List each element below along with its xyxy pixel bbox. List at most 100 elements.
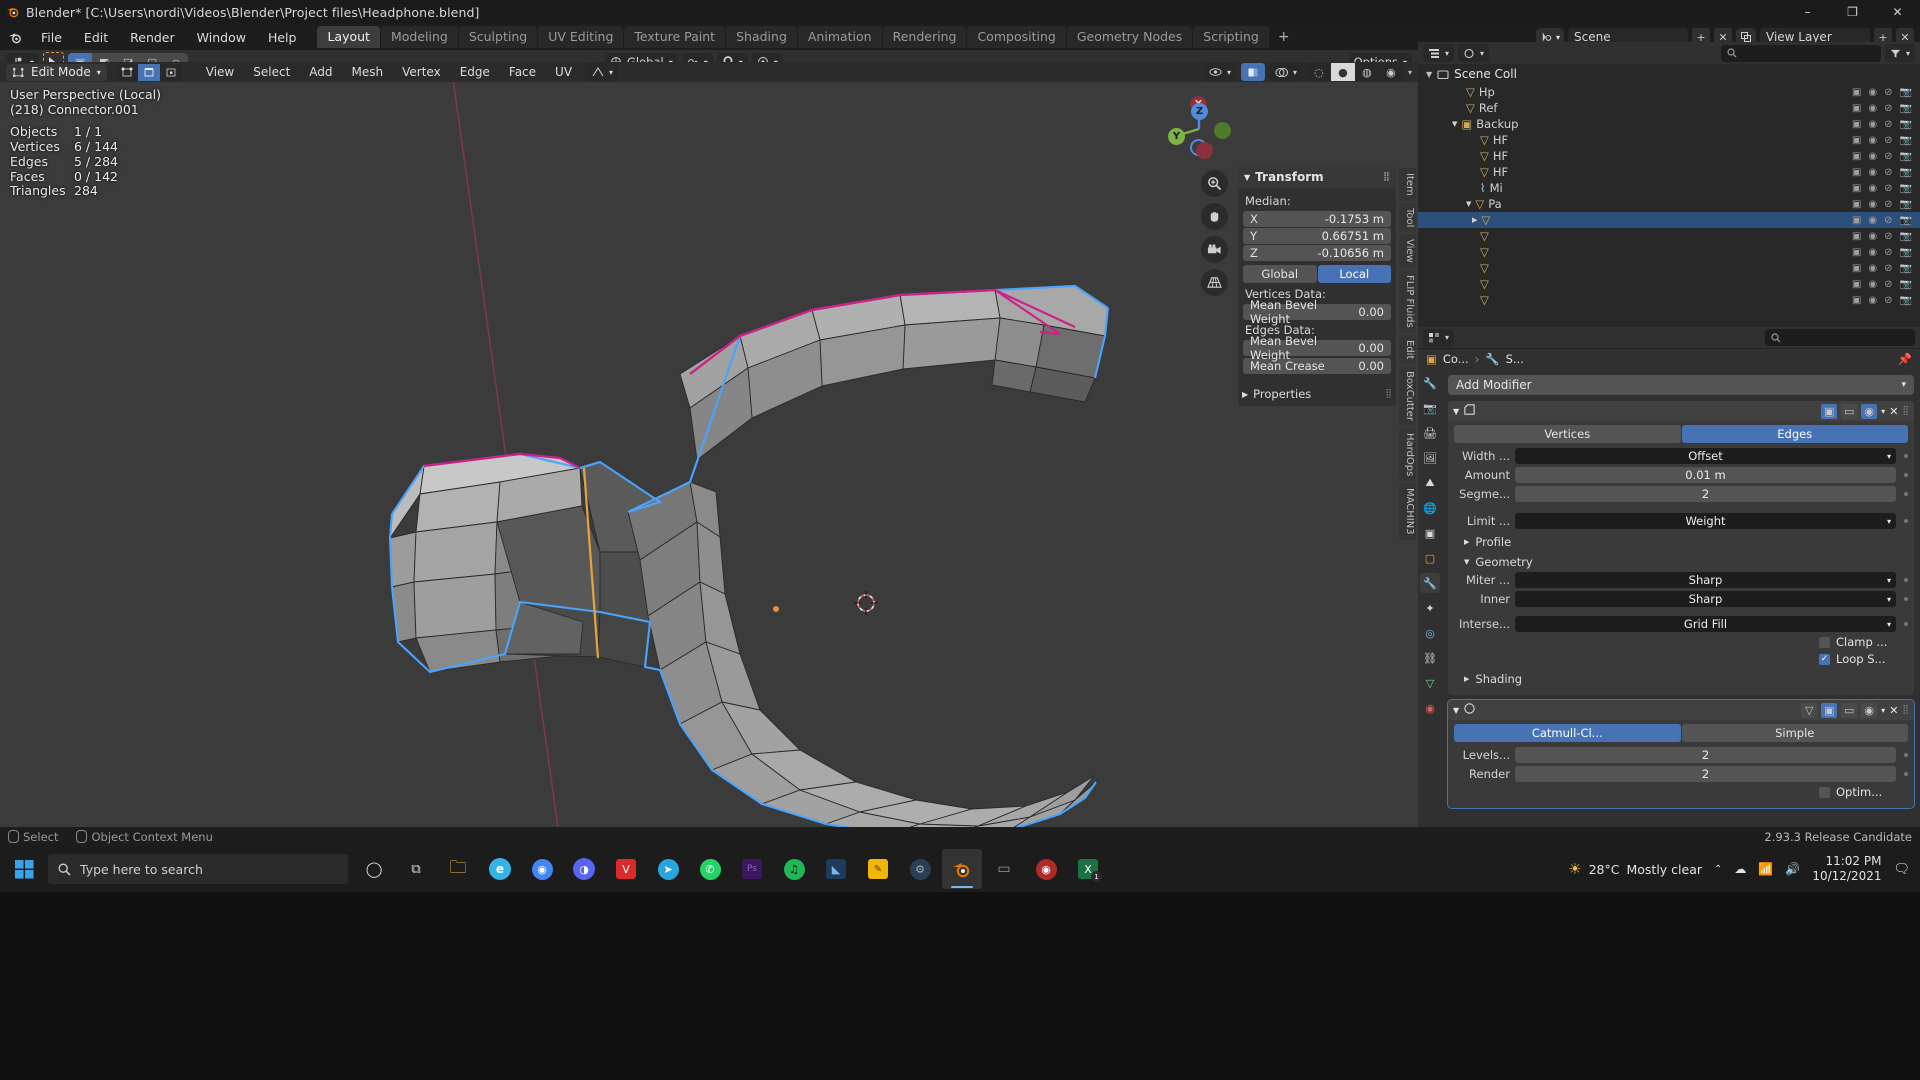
workspace-tab-geometry-nodes[interactable]: Geometry Nodes <box>1066 26 1193 48</box>
outliner-row-hf-1[interactable]: ▽ HF ▣ ◉ ⊘ 📷 <box>1418 132 1920 148</box>
tab-render[interactable]: 📷 <box>1420 398 1440 418</box>
workspace-tab-texture-paint[interactable]: Texture Paint <box>624 26 726 48</box>
tab-collection[interactable]: ▣ <box>1420 523 1440 543</box>
outliner-scene-collection-row[interactable]: ▼ Scene Coll <box>1418 64 1920 84</box>
outliner-row-ref[interactable]: ▽ Ref ▣ ◉ ⊘ 📷 <box>1418 100 1920 116</box>
vertex-select-mode-icon[interactable] <box>116 64 138 81</box>
gizmo-axis-y-neg[interactable] <box>1214 122 1231 139</box>
sidebar-tab-hardops[interactable]: HardOps <box>1399 428 1416 482</box>
viewport-menu-select[interactable]: Select <box>245 64 298 80</box>
wireframe-shading-icon[interactable]: ◌ <box>1307 63 1331 81</box>
bevel-miter-outer-dropdown[interactable]: Sharp ▾ <box>1515 572 1896 588</box>
file-explorer-icon[interactable]: 🗀 <box>438 849 478 889</box>
3d-viewport[interactable]: User Perspective (Local) (218) Connector… <box>0 82 1418 827</box>
photoshop-icon[interactable]: Ps <box>732 849 772 889</box>
outliner-row-11[interactable]: ▽ ▣ ◉ ⊘ 📷 <box>1418 260 1920 276</box>
outliner-row-9[interactable]: ▽ ▣ ◉ ⊘ 📷 <box>1418 228 1920 244</box>
bevel-miter-inner-dropdown[interactable]: Sharp ▾ <box>1515 591 1896 607</box>
bevel-geometry-section-header[interactable]: ▼ Geometry <box>1454 552 1908 572</box>
tab-modifiers[interactable]: 🔧 <box>1420 573 1440 593</box>
edge-mean-bevel-weight-field[interactable]: Mean Bevel Weight 0.00 <box>1243 334 1391 362</box>
outliner-editor-type-icon[interactable]: ▾ <box>1423 44 1455 62</box>
animate-property-dot[interactable] <box>1904 622 1908 626</box>
properties-editor-type-icon[interactable]: ▾ <box>1423 328 1455 347</box>
outliner-row-toggles[interactable]: ▣ ◉ ⊘ 📷 <box>1852 279 1920 290</box>
outliner-row-hf-2[interactable]: ▽ HF ▣ ◉ ⊘ 📷 <box>1418 148 1920 164</box>
workspace-tab-modeling[interactable]: Modeling <box>380 26 458 48</box>
bevel-loop-slide-checkbox[interactable] <box>1819 653 1830 665</box>
substance-icon[interactable]: ◣ <box>816 849 856 889</box>
modifier-show-edit-mode-icon[interactable]: ▣ <box>1821 702 1838 718</box>
modifier-extras-dropdown[interactable]: ▾ <box>1881 706 1885 715</box>
tab-data[interactable]: ▽ <box>1420 673 1440 693</box>
xray-toggle-icon[interactable] <box>1240 63 1265 81</box>
taskbar-search-input[interactable]: Type here to search <box>48 854 348 884</box>
zoom-icon[interactable] <box>1201 170 1228 197</box>
modifier-extras-dropdown[interactable]: ▾ <box>1881 407 1885 416</box>
chevron-down-icon[interactable]: ▼ <box>1453 706 1459 715</box>
minimize-button[interactable]: – <box>1785 0 1830 24</box>
outliner-editor[interactable]: ▾ ▾ ▾ ▼ Scene Coll ▽ Hp ▣ ◉ ⊘ 📷 ▽ Ref ▣ … <box>1418 42 1920 327</box>
add-modifier-button[interactable]: Add Modifier ▾ <box>1448 375 1914 395</box>
vegas-pro-icon[interactable]: V <box>606 849 646 889</box>
pin-icon[interactable]: 📌 <box>1898 352 1912 366</box>
subdivision-optimal-display-checkbox[interactable] <box>1819 786 1830 798</box>
obs-studio-icon[interactable]: ◉ <box>1026 849 1066 889</box>
edge-mean-crease-field[interactable]: Mean Crease 0.00 <box>1243 358 1391 374</box>
tab-scene[interactable]: ⛰ <box>1420 473 1440 493</box>
subdivision-render-field[interactable]: 2 <box>1515 766 1896 782</box>
viewport-menu-vertex[interactable]: Vertex <box>394 64 449 80</box>
outliner-row-toggles[interactable]: ▣ ◉ ⊘ 📷 <box>1852 87 1920 98</box>
modifier-delete-icon[interactable]: ✕ <box>1889 704 1898 717</box>
bevel-modifier-header[interactable]: ▼ ▣ ▭ ◉ ▾ ✕ ⣿ <box>1448 401 1914 421</box>
workspace-tab-uv-editing[interactable]: UV Editing <box>538 26 624 48</box>
interaction-mode-dropdown[interactable]: Edit Mode ▾ <box>6 63 107 81</box>
menu-file[interactable]: File <box>30 28 73 47</box>
animate-property-dot[interactable] <box>1904 454 1908 458</box>
network-icon[interactable]: 📶 <box>1758 862 1773 876</box>
pan-hand-icon[interactable] <box>1201 203 1228 230</box>
panel-drag-handle[interactable]: ⣿ <box>1383 172 1390 182</box>
median-x-field[interactable]: X -0.1753 m <box>1243 211 1391 227</box>
face-select-mode-icon[interactable] <box>160 64 182 81</box>
sidebar-tab-view[interactable]: View <box>1399 234 1416 268</box>
subdivision-catmull-clark-button[interactable]: Catmull-Cl... <box>1454 724 1681 742</box>
modifier-show-edit-mode-icon[interactable]: ▣ <box>1821 403 1838 419</box>
maximize-button[interactable]: ❐ <box>1830 0 1875 24</box>
chevron-right-icon[interactable]: ▶ <box>1472 216 1477 224</box>
outliner-row-10[interactable]: ▽ ▣ ◉ ⊘ 📷 <box>1418 244 1920 260</box>
outliner-row-toggles[interactable]: ▣ ◉ ⊘ 📷 <box>1852 231 1920 242</box>
modifier-drag-handle[interactable]: ⣿ <box>1902 406 1909 416</box>
outliner-row-mi[interactable]: ⌇ Mi ▣ ◉ ⊘ 📷 <box>1418 180 1920 196</box>
workspace-tab-layout[interactable]: Layout <box>317 26 380 48</box>
animate-property-dot[interactable] <box>1904 492 1908 496</box>
weather-widget[interactable]: ☀ 28°C Mostly clear <box>1568 860 1702 878</box>
onedrive-icon[interactable]: ☁ <box>1734 862 1746 876</box>
outliner-row-toggles[interactable]: ▣ ◉ ⊘ 📷 <box>1852 215 1920 226</box>
local-space-button[interactable]: Local <box>1317 265 1391 283</box>
outliner-row-toggles[interactable]: ▣ ◉ ⊘ 📷 <box>1852 151 1920 162</box>
blender-taskbar-icon[interactable] <box>942 849 982 889</box>
rendered-shading-icon[interactable]: ◉ <box>1379 63 1403 81</box>
menu-help[interactable]: Help <box>257 28 308 47</box>
tray-expand-icon[interactable]: ⌃ <box>1714 864 1722 875</box>
menu-window[interactable]: Window <box>186 28 257 47</box>
blender-logo-icon[interactable] <box>0 30 30 45</box>
workspace-tab-scripting[interactable]: Scripting <box>1193 26 1269 48</box>
add-workspace-button[interactable]: + <box>1270 26 1298 48</box>
animate-property-dot[interactable] <box>1904 753 1908 757</box>
vertex-mean-bevel-weight-field[interactable]: Mean Bevel Weight 0.00 <box>1243 298 1391 326</box>
gizmo-axis-y-pos[interactable]: Y <box>1168 128 1185 145</box>
sidebar-tab-item[interactable]: Item <box>1399 168 1416 201</box>
camera-icon[interactable] <box>1201 236 1228 263</box>
gizmo-axis-x-pos[interactable] <box>1196 142 1213 159</box>
animate-property-dot[interactable] <box>1904 772 1908 776</box>
outliner-row-pa[interactable]: ▼ ▽ Pa ▣ ◉ ⊘ 📷 <box>1418 196 1920 212</box>
tab-tool[interactable]: 🔧 <box>1420 373 1440 393</box>
subdivision-simple-button[interactable]: Simple <box>1681 724 1908 742</box>
animate-property-dot[interactable] <box>1904 578 1908 582</box>
tab-constraints[interactable]: ⛓ <box>1420 648 1440 668</box>
bevel-intersection-dropdown[interactable]: Grid Fill ▾ <box>1515 616 1896 632</box>
animate-property-dot[interactable] <box>1904 473 1908 477</box>
grid-perspective-icon[interactable] <box>1201 269 1228 296</box>
